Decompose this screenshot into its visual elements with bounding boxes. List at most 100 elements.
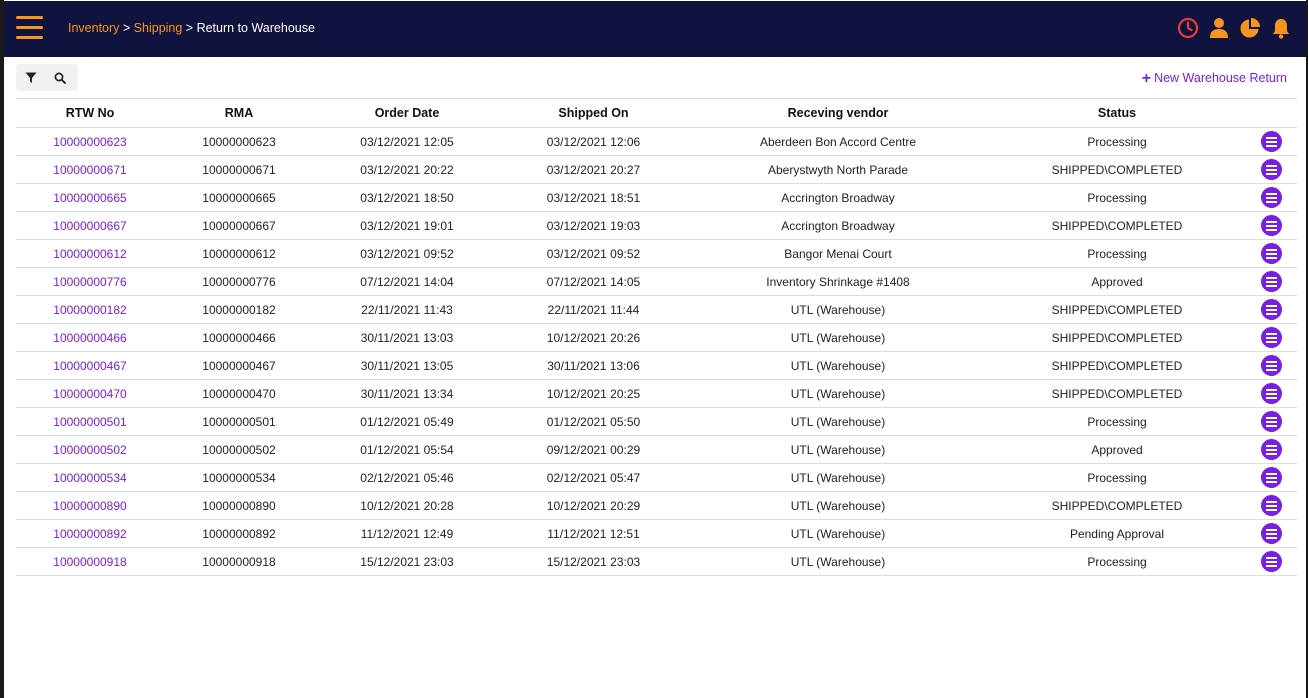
user-icon[interactable] (1208, 16, 1230, 40)
rtw-no-link[interactable]: 10000000623 (16, 127, 164, 156)
receiving-vendor-cell: UTL (Warehouse) (687, 407, 989, 436)
table-row[interactable]: 10000000667 10000000667 03/12/2021 19:01 03… (16, 211, 1297, 240)
menu-lines-icon (1265, 191, 1277, 205)
rtw-no-link[interactable]: 10000000667 (16, 211, 164, 240)
row-menu-button[interactable] (1260, 327, 1282, 348)
rtw-no-link[interactable]: 10000000501 (16, 407, 164, 436)
column-header-shipped-on[interactable]: Shipped On (500, 98, 687, 128)
shipped-on-cell: 10/12/2021 20:25 (500, 379, 687, 408)
row-actions-cell (1245, 547, 1297, 576)
new-warehouse-return-button[interactable]: + New Warehouse Return (1142, 70, 1287, 88)
order-date-cell: 01/12/2021 05:49 (314, 407, 500, 436)
column-header-receiving-vendor[interactable]: Receving vendor (687, 98, 989, 128)
order-date-cell: 22/11/2021 11:43 (314, 295, 500, 324)
row-menu-button[interactable] (1260, 411, 1282, 432)
table-row[interactable]: 10000000623 10000000623 03/12/2021 12:05 03… (16, 127, 1297, 156)
row-menu-button[interactable] (1260, 243, 1282, 264)
receiving-vendor-cell: UTL (Warehouse) (687, 463, 989, 492)
table-row[interactable]: 10000000470 10000000470 30/11/2021 13:34 10… (16, 379, 1297, 408)
status-cell: Processing (989, 127, 1245, 156)
row-menu-button[interactable] (1260, 159, 1282, 180)
row-menu-button[interactable] (1260, 215, 1282, 236)
order-date-cell: 02/12/2021 05:46 (314, 463, 500, 492)
row-menu-button[interactable] (1260, 299, 1282, 320)
order-date-cell: 03/12/2021 09:52 (314, 239, 500, 268)
row-actions-cell (1245, 183, 1297, 212)
receiving-vendor-cell: UTL (Warehouse) (687, 491, 989, 520)
menu-lines-icon (1265, 527, 1277, 541)
table-row[interactable]: 10000000890 10000000890 10/12/2021 20:28 10… (16, 491, 1297, 520)
rma-cell: 10000000502 (164, 435, 314, 464)
menu-lines-icon (1265, 387, 1277, 401)
menu-lines-icon (1265, 499, 1277, 513)
receiving-vendor-cell: Inventory Shrinkage #1408 (687, 267, 989, 296)
row-menu-button[interactable] (1260, 187, 1282, 208)
rma-cell: 10000000466 (164, 323, 314, 352)
row-menu-button[interactable] (1260, 551, 1282, 572)
rtw-no-link[interactable]: 10000000892 (16, 519, 164, 548)
shipped-on-cell: 01/12/2021 05:50 (500, 407, 687, 436)
pie-chart-icon[interactable] (1239, 16, 1261, 40)
row-menu-button[interactable] (1260, 467, 1282, 488)
table-row[interactable]: 10000000612 10000000612 03/12/2021 09:52 03… (16, 239, 1297, 268)
table-body: 10000000623 10000000623 03/12/2021 12:05 03… (16, 127, 1297, 576)
window-left-edge (0, 0, 4, 698)
rtw-no-link[interactable]: 10000000776 (16, 267, 164, 296)
table-row[interactable]: 10000000776 10000000776 07/12/2021 14:04 07… (16, 267, 1297, 296)
rtw-no-link[interactable]: 10000000502 (16, 435, 164, 464)
row-actions-cell (1245, 239, 1297, 268)
bell-icon[interactable] (1270, 16, 1292, 40)
hamburger-menu-icon[interactable] (16, 16, 43, 42)
order-date-cell: 30/11/2021 13:05 (314, 351, 500, 380)
rtw-no-link[interactable]: 10000000534 (16, 463, 164, 492)
status-cell: Processing (989, 547, 1245, 576)
table-row[interactable]: 10000000182 10000000182 22/11/2021 11:43 22… (16, 295, 1297, 324)
table-row[interactable]: 10000000466 10000000466 30/11/2021 13:03 10… (16, 323, 1297, 352)
order-date-cell: 03/12/2021 18:50 (314, 183, 500, 212)
breadcrumb: Inventory > Shipping > Return to Warehou… (68, 21, 315, 35)
rtw-no-link[interactable]: 10000000467 (16, 351, 164, 380)
rtw-no-link[interactable]: 10000000671 (16, 155, 164, 184)
receiving-vendor-cell: UTL (Warehouse) (687, 547, 989, 576)
column-header-rtw-no[interactable]: RTW No (16, 98, 164, 128)
breadcrumb-inventory[interactable]: Inventory (68, 21, 119, 35)
row-menu-button[interactable] (1260, 439, 1282, 460)
receiving-vendor-cell: UTL (Warehouse) (687, 379, 989, 408)
table-row[interactable]: 10000000501 10000000501 01/12/2021 05:49 01… (16, 407, 1297, 436)
table-row[interactable]: 10000000892 10000000892 11/12/2021 12:49 11… (16, 519, 1297, 548)
table-row[interactable]: 10000000671 10000000671 03/12/2021 20:22 03… (16, 155, 1297, 184)
plus-icon: + (1141, 70, 1152, 87)
row-menu-button[interactable] (1260, 523, 1282, 544)
column-header-status[interactable]: Status (989, 98, 1245, 128)
rtw-no-link[interactable]: 10000000918 (16, 547, 164, 576)
menu-lines-icon (1265, 331, 1277, 345)
rtw-no-link[interactable]: 10000000665 (16, 183, 164, 212)
row-menu-button[interactable] (1260, 131, 1282, 152)
row-menu-button[interactable] (1260, 495, 1282, 516)
rtw-no-link[interactable]: 10000000466 (16, 323, 164, 352)
table-row[interactable]: 10000000534 10000000534 02/12/2021 05:46 02… (16, 463, 1297, 492)
status-cell: Approved (989, 435, 1245, 464)
table-row[interactable]: 10000000502 10000000502 01/12/2021 05:54 09… (16, 435, 1297, 464)
filter-icon[interactable] (16, 64, 45, 91)
row-menu-button[interactable] (1260, 271, 1282, 292)
status-cell: Processing (989, 463, 1245, 492)
column-header-order-date[interactable]: Order Date (314, 98, 500, 128)
column-header-rma[interactable]: RMA (164, 98, 314, 128)
table-row[interactable]: 10000000665 10000000665 03/12/2021 18:50 03… (16, 183, 1297, 212)
rtw-no-link[interactable]: 10000000890 (16, 491, 164, 520)
rma-cell: 10000000467 (164, 351, 314, 380)
menu-lines-icon (1265, 471, 1277, 485)
row-menu-button[interactable] (1260, 383, 1282, 404)
receiving-vendor-cell: Bangor Menai Court (687, 239, 989, 268)
rtw-no-link[interactable]: 10000000470 (16, 379, 164, 408)
clock-icon[interactable] (1177, 16, 1199, 40)
menu-lines-icon (1265, 303, 1277, 317)
row-menu-button[interactable] (1260, 355, 1282, 376)
rtw-no-link[interactable]: 10000000182 (16, 295, 164, 324)
table-row[interactable]: 10000000918 10000000918 15/12/2021 23:03 15… (16, 547, 1297, 576)
rtw-no-link[interactable]: 10000000612 (16, 239, 164, 268)
table-row[interactable]: 10000000467 10000000467 30/11/2021 13:05 30… (16, 351, 1297, 380)
breadcrumb-shipping[interactable]: Shipping (134, 21, 183, 35)
search-icon[interactable] (45, 64, 74, 91)
